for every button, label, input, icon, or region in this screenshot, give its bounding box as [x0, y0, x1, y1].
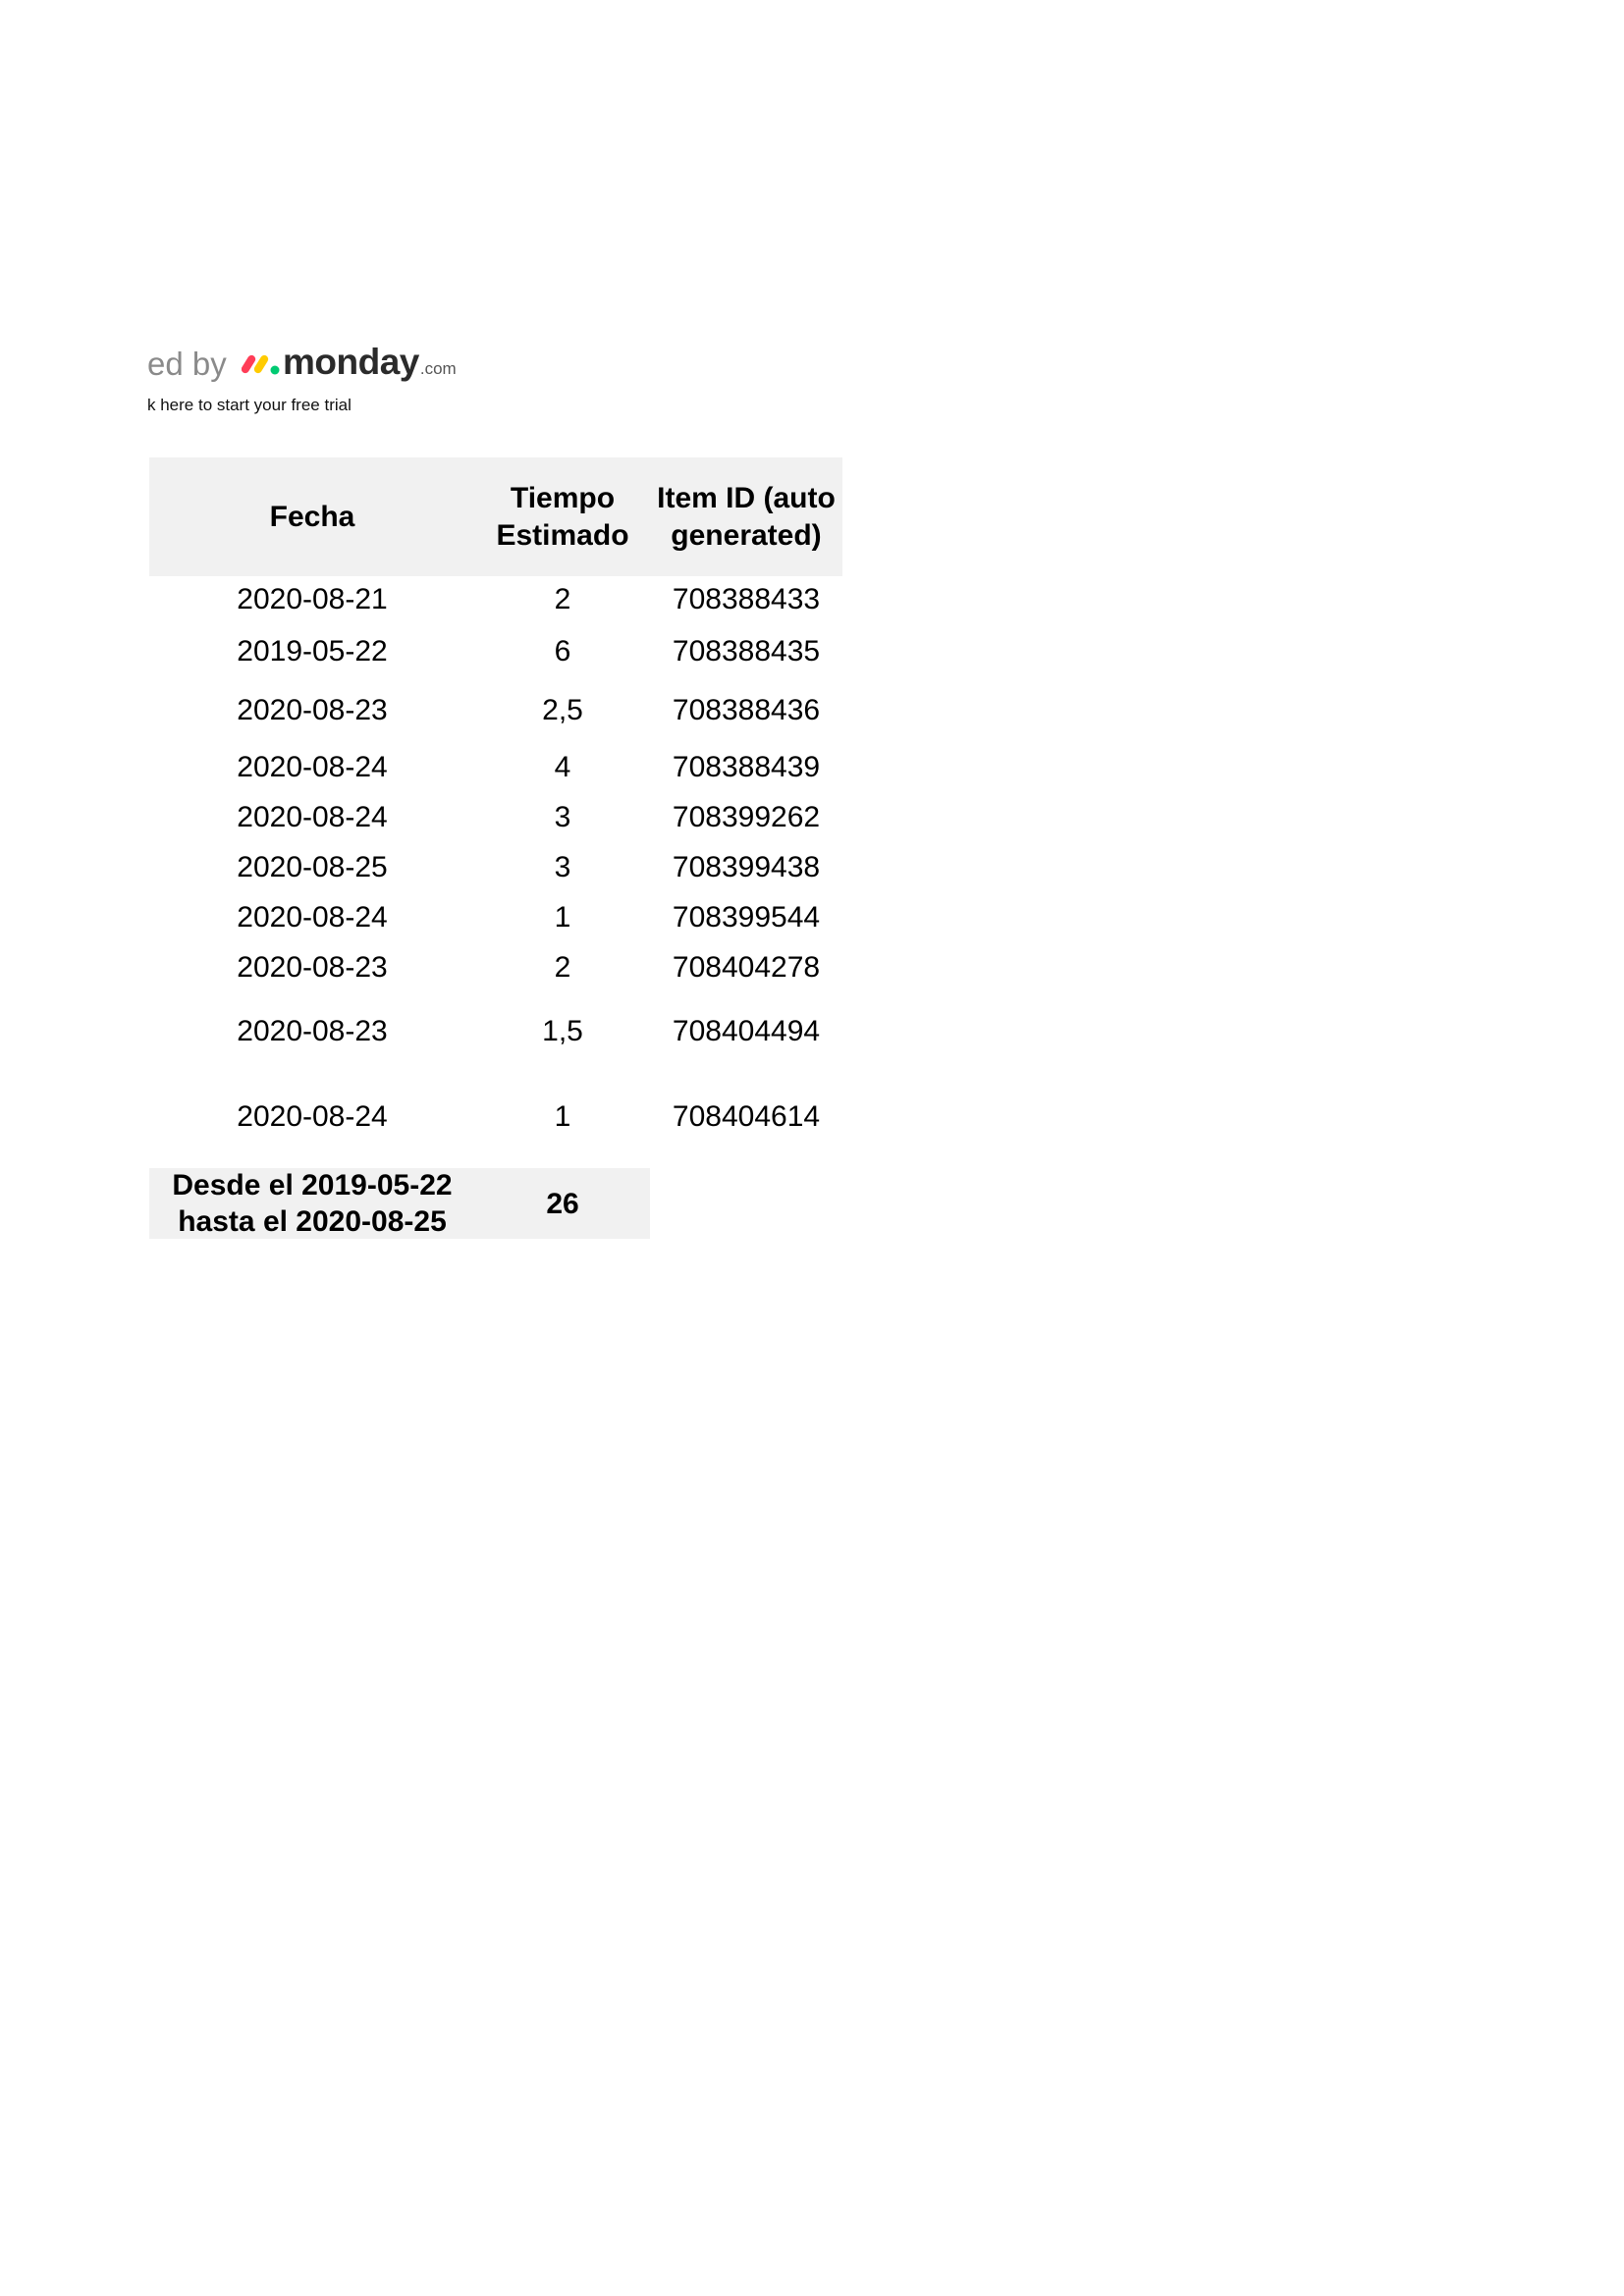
- cell-item-id: 708399438: [672, 851, 821, 883]
- cell-item-id: 708404494: [672, 1015, 821, 1047]
- cell-tiempo: 1: [554, 1100, 571, 1133]
- cell-fecha: 2020-08-23: [237, 694, 388, 726]
- cell-fecha: 2020-08-23: [237, 951, 388, 984]
- cell-fecha: 2020-08-24: [237, 801, 388, 833]
- cell-tiempo: 4: [554, 751, 571, 783]
- summary-date-range: Desde el 2019-05-22 hasta el 2020-08-25: [172, 1169, 453, 1238]
- cell-fecha: 2020-08-24: [237, 751, 388, 783]
- cell-tiempo: 1,5: [542, 1015, 583, 1047]
- cell-fecha: 2019-05-22: [237, 635, 388, 667]
- cell-tiempo: 2,5: [542, 694, 583, 726]
- cell-tiempo: 3: [554, 801, 571, 833]
- cell-item-id: 708404614: [672, 1100, 821, 1133]
- cell-item-id: 708388435: [672, 635, 821, 667]
- powered-by-text: ed by: [147, 346, 227, 382]
- header-item-id: Item ID (auto generated): [657, 481, 836, 552]
- cell-fecha: 2020-08-23: [237, 1015, 388, 1047]
- monday-wordmark: monday.com: [283, 342, 457, 382]
- cell-fecha: 2020-08-21: [237, 583, 388, 615]
- header-tiempo-estimado: Tiempo Estimado: [496, 481, 629, 552]
- table-summary-row: Desde el 2019-05-22 hasta el 2020-08-25 2…: [149, 1168, 650, 1239]
- table-header-row: Fecha Tiempo Estimado Item ID (auto genera…: [149, 457, 842, 576]
- cell-item-id: 708404278: [672, 951, 821, 984]
- cell-tiempo: 3: [554, 851, 571, 883]
- brand-header: ed by monday.com: [147, 342, 471, 391]
- cell-fecha: 2020-08-25: [237, 851, 388, 883]
- cell-item-id: 708388433: [672, 583, 821, 615]
- cell-item-id: 708399262: [672, 801, 821, 833]
- cell-tiempo: 6: [554, 635, 571, 667]
- monday-logo-icon: [242, 354, 280, 375]
- summary-total: 26: [546, 1187, 579, 1220]
- cell-item-id: 708388439: [672, 751, 821, 783]
- cell-fecha: 2020-08-24: [237, 1100, 388, 1133]
- cell-item-id: 708388436: [672, 694, 821, 726]
- cell-item-id: 708399544: [672, 901, 821, 934]
- cell-tiempo: 2: [554, 951, 571, 984]
- header-fecha: Fecha: [269, 500, 355, 533]
- cell-fecha: 2020-08-24: [237, 901, 388, 934]
- cell-tiempo: 2: [554, 583, 571, 615]
- free-trial-link[interactable]: k here to start your free trial: [147, 396, 352, 415]
- cell-tiempo: 1: [554, 901, 571, 934]
